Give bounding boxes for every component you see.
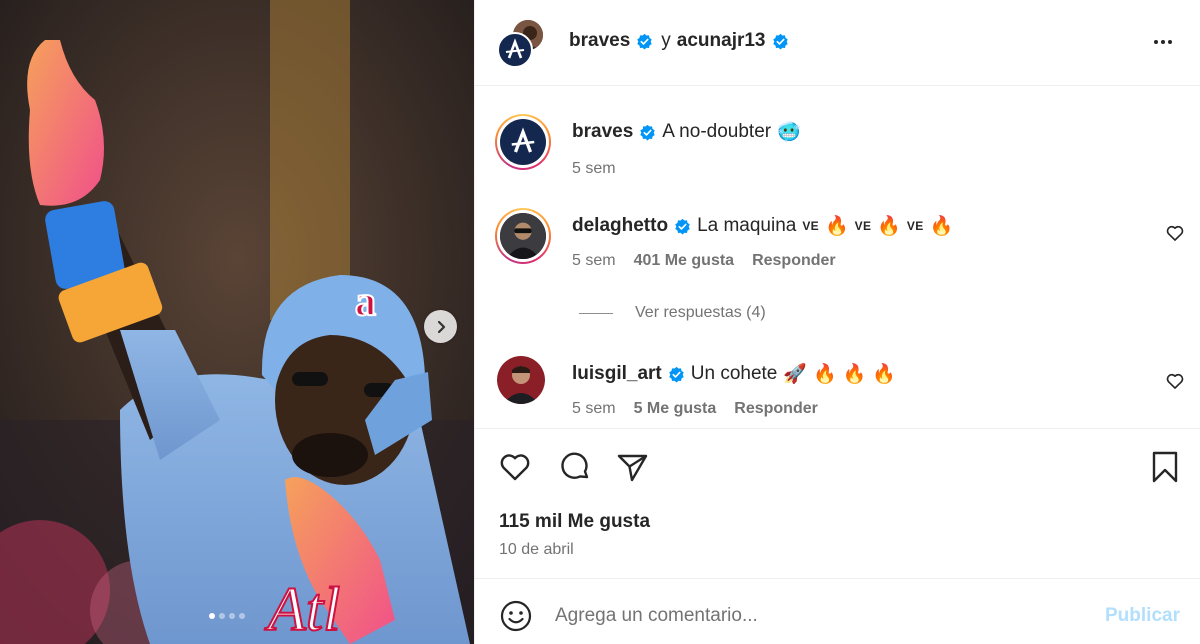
- comment-username[interactable]: luisgil_art: [572, 363, 662, 385]
- verified-icon: [675, 218, 690, 234]
- avatar-image: [497, 356, 545, 404]
- comment-tail: VE: [906, 219, 924, 233]
- post-date: 10 de abril: [499, 541, 574, 558]
- comment-tail: 🚀: [783, 364, 808, 385]
- svg-text:Atl: Atl: [264, 576, 340, 644]
- comment-tail: VE: [802, 219, 819, 233]
- comment-icon[interactable]: [557, 449, 593, 485]
- comment-likes[interactable]: 5 Me gusta: [634, 400, 717, 418]
- publish-button[interactable]: Publicar: [1105, 605, 1180, 627]
- verified-icon: [637, 33, 653, 49]
- post-side-panel: braves y acunajr13 braves A no-doubter 🥶…: [474, 0, 1200, 644]
- avatar-braves[interactable]: [495, 114, 551, 170]
- comment-text: La maquina: [697, 215, 797, 236]
- carousel-dot: [209, 613, 215, 619]
- reply-button[interactable]: Responder: [752, 252, 836, 270]
- more-options-icon[interactable]: [1149, 30, 1177, 54]
- avatar-delaghetto[interactable]: [495, 208, 551, 264]
- collab-avatars[interactable]: [497, 18, 549, 70]
- verified-icon: [772, 33, 788, 49]
- comment-likes[interactable]: 401 Me gusta: [634, 252, 734, 270]
- emoji-icon[interactable]: [499, 599, 533, 633]
- view-replies-button[interactable]: Ver respuestas (4): [579, 304, 766, 322]
- share-icon[interactable]: [615, 449, 651, 485]
- carousel-dot: [219, 613, 225, 619]
- comments-list[interactable]: braves A no-doubter 🥶 5 sem delaghetto L…: [475, 86, 1200, 428]
- comment-tail: 🔥: [929, 216, 954, 237]
- carousel-dot: [229, 613, 235, 619]
- comment-tail: VE: [854, 219, 872, 233]
- carousel-next-button[interactable]: [424, 310, 457, 343]
- author-secondary[interactable]: acunajr13: [677, 30, 766, 52]
- caption-emoji: 🥶: [777, 122, 801, 143]
- carousel-dot: [239, 613, 245, 619]
- braves-logo-icon: [505, 38, 525, 59]
- caption-age: 5 sem: [572, 160, 616, 177]
- avatar-braves[interactable]: [497, 32, 533, 68]
- comment-tail: 🔥: [842, 364, 867, 385]
- comment-tail: 🔥: [813, 364, 837, 385]
- post-header: braves y acunajr13: [475, 0, 1200, 86]
- likes-count[interactable]: 115 mil Me gusta: [499, 511, 650, 533]
- heart-icon[interactable]: [1165, 371, 1185, 391]
- verified-icon: [669, 366, 684, 382]
- comment-username[interactable]: delaghetto: [572, 215, 668, 237]
- bookmark-icon[interactable]: [1147, 449, 1183, 485]
- post-media[interactable]: a Atl: [0, 0, 474, 644]
- comment-tail: 🔥: [877, 216, 901, 237]
- comment-age: 5 sem: [572, 400, 616, 417]
- heart-icon[interactable]: [497, 449, 533, 485]
- post-actions: 115 mil Me gusta 10 de abril: [475, 428, 1200, 578]
- comment-composer: Publicar: [475, 578, 1200, 644]
- comment-input[interactable]: [555, 601, 1075, 631]
- avatar-luisgil_art[interactable]: [497, 356, 545, 404]
- caption-text: A no-doubter: [662, 121, 772, 142]
- replies-divider: [579, 312, 613, 314]
- post-authors: braves y acunajr13: [569, 30, 789, 52]
- reply-button[interactable]: Responder: [734, 400, 818, 418]
- comment-tail: 🔥: [824, 216, 849, 237]
- braves-logo-icon: [511, 127, 535, 153]
- carousel-indicator: [209, 613, 245, 619]
- verified-icon: [640, 124, 656, 140]
- author-primary[interactable]: braves: [569, 30, 630, 52]
- caption-username[interactable]: braves: [572, 121, 633, 143]
- avatar-image: [500, 213, 546, 259]
- comment-text: Un cohete: [690, 363, 778, 384]
- chevron-right-icon: [437, 320, 445, 333]
- comment-tail: 🔥: [872, 364, 897, 385]
- author-joiner: y: [661, 30, 671, 51]
- heart-icon[interactable]: [1165, 223, 1185, 243]
- comment-age: 5 sem: [572, 252, 616, 269]
- svg-text:a: a: [355, 279, 376, 325]
- view-replies-label: Ver respuestas (4): [635, 304, 766, 321]
- post-photo: a Atl: [0, 0, 474, 644]
